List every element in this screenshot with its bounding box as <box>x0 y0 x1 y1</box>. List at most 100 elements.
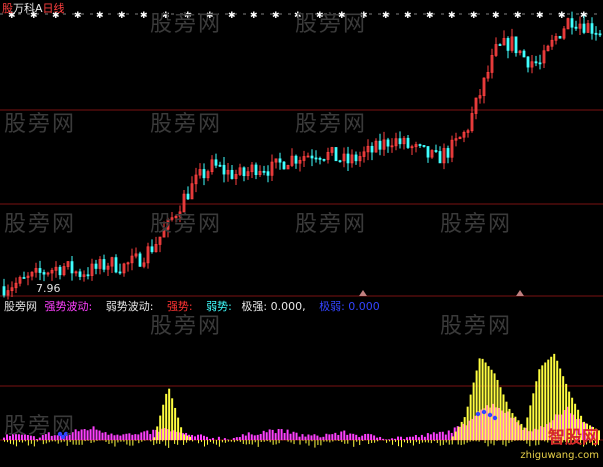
candle-body <box>378 140 382 150</box>
watermark: 股旁网 <box>295 12 368 37</box>
candle-body <box>570 18 574 28</box>
star-marker: ✱ <box>228 11 236 21</box>
candle-body <box>582 23 586 33</box>
star-marker: ✱ <box>404 11 412 21</box>
candle-body <box>214 159 218 166</box>
extreme-weak-marker <box>487 412 493 418</box>
low-price-marker: 7.96 <box>36 282 61 295</box>
candle-body <box>594 32 598 35</box>
star-marker: ✱ <box>426 11 434 21</box>
legend-strong-wave: 强势波动: <box>44 300 93 313</box>
candle-body <box>22 277 26 279</box>
candle-body <box>398 138 402 145</box>
signal-triangle <box>359 290 367 296</box>
candle-body <box>418 144 422 146</box>
candle-body <box>558 36 562 39</box>
star-marker: ✱ <box>536 11 544 21</box>
candle-body <box>514 36 518 54</box>
candle-body <box>534 61 538 64</box>
indicator-name: 股旁网 <box>4 300 37 313</box>
logo-url: zhiguwang.com <box>520 450 599 461</box>
star-marker: ✱ <box>140 11 148 21</box>
star-marker: ✱ <box>514 11 522 21</box>
star-marker: ✱ <box>96 11 104 21</box>
candle-body <box>346 153 350 164</box>
candle-body <box>354 154 358 162</box>
candle-body <box>218 164 222 167</box>
watermark: 股旁网 <box>295 112 368 137</box>
candle-body <box>538 62 542 65</box>
star-marker: ✱ <box>118 11 126 21</box>
watermark: 股旁网 <box>295 212 368 237</box>
watermark: 股旁网 <box>4 414 77 439</box>
candle-body <box>266 171 270 176</box>
candle-body <box>338 160 342 163</box>
watermark: 股旁网 <box>4 212 77 237</box>
candle-body <box>322 158 326 161</box>
stock-name: 万科A <box>13 2 43 15</box>
watermark: 股旁网 <box>150 12 223 37</box>
period-label: 日线 <box>42 2 65 15</box>
candle-body <box>262 170 266 173</box>
watermark: 股旁网 <box>440 212 513 237</box>
signal-triangle <box>516 290 524 296</box>
legend-weak-wave: 弱势波动: <box>105 300 154 313</box>
candle-body <box>254 164 258 175</box>
watermark: 股旁网 <box>4 112 77 137</box>
candle-body <box>150 246 154 253</box>
candle-body <box>598 33 602 36</box>
candle-body <box>2 286 6 296</box>
candle-body <box>230 169 234 179</box>
candle-body <box>406 137 410 148</box>
title-prefix: 股 <box>2 2 13 15</box>
chart-title: 股万科A日线 <box>2 2 65 15</box>
star-marker: ✱ <box>558 11 566 21</box>
watermark: 股旁网 <box>150 212 223 237</box>
candle-body <box>574 26 578 29</box>
watermark: 股旁网 <box>150 112 223 137</box>
candle-body <box>334 147 338 162</box>
legend-extreme-weak: 极弱: 0.000 <box>319 300 380 313</box>
candle-body <box>118 271 122 274</box>
watermark: 股旁网 <box>440 314 513 339</box>
candle-body <box>70 261 74 274</box>
candle-body <box>506 38 510 51</box>
candle-body <box>526 56 530 68</box>
candle-body <box>58 266 62 276</box>
candle-body <box>42 272 46 275</box>
candle-body <box>318 157 322 160</box>
candle-body <box>426 146 430 158</box>
candle-body <box>86 274 90 277</box>
candle-body <box>222 164 226 175</box>
candle-body <box>102 259 106 270</box>
star-marker: ✱ <box>272 11 280 21</box>
chart-window: ✱✱✱✱✱✱✱✱✱✱✱✱✱✱✱✱✱✱✱✱✱✱✱✱✱✱✱ 股万科A日线 7.96 … <box>0 0 603 467</box>
candle-body <box>282 161 286 170</box>
candle-body <box>242 167 246 177</box>
star-marker: ✱ <box>250 11 258 21</box>
candle-body <box>438 151 442 164</box>
star-marker: ✱ <box>470 11 478 21</box>
candle-body <box>202 169 206 179</box>
star-marker: ✱ <box>492 11 500 21</box>
candle-body <box>294 155 298 164</box>
site-logo: 智股网 zhiguwang.com <box>520 429 599 465</box>
extreme-weak-marker <box>492 415 498 421</box>
candle-body <box>278 158 282 163</box>
candle-body <box>310 155 314 159</box>
candle-body <box>590 23 594 34</box>
candle-body <box>446 148 450 158</box>
star-marker: ✱ <box>382 11 390 21</box>
candle-body <box>314 157 318 160</box>
watermark: 股旁网 <box>150 314 223 339</box>
candle-body <box>522 50 526 58</box>
candle-body <box>186 193 190 200</box>
extreme-weak-marker <box>481 409 487 415</box>
candle-body <box>38 268 42 273</box>
star-marker: ✱ <box>448 11 456 21</box>
candle-body <box>434 150 438 152</box>
candle-body <box>370 145 374 153</box>
star-marker: ✱ <box>74 11 82 21</box>
logo-name: 智股网 <box>548 428 599 448</box>
candle-body <box>94 263 98 269</box>
